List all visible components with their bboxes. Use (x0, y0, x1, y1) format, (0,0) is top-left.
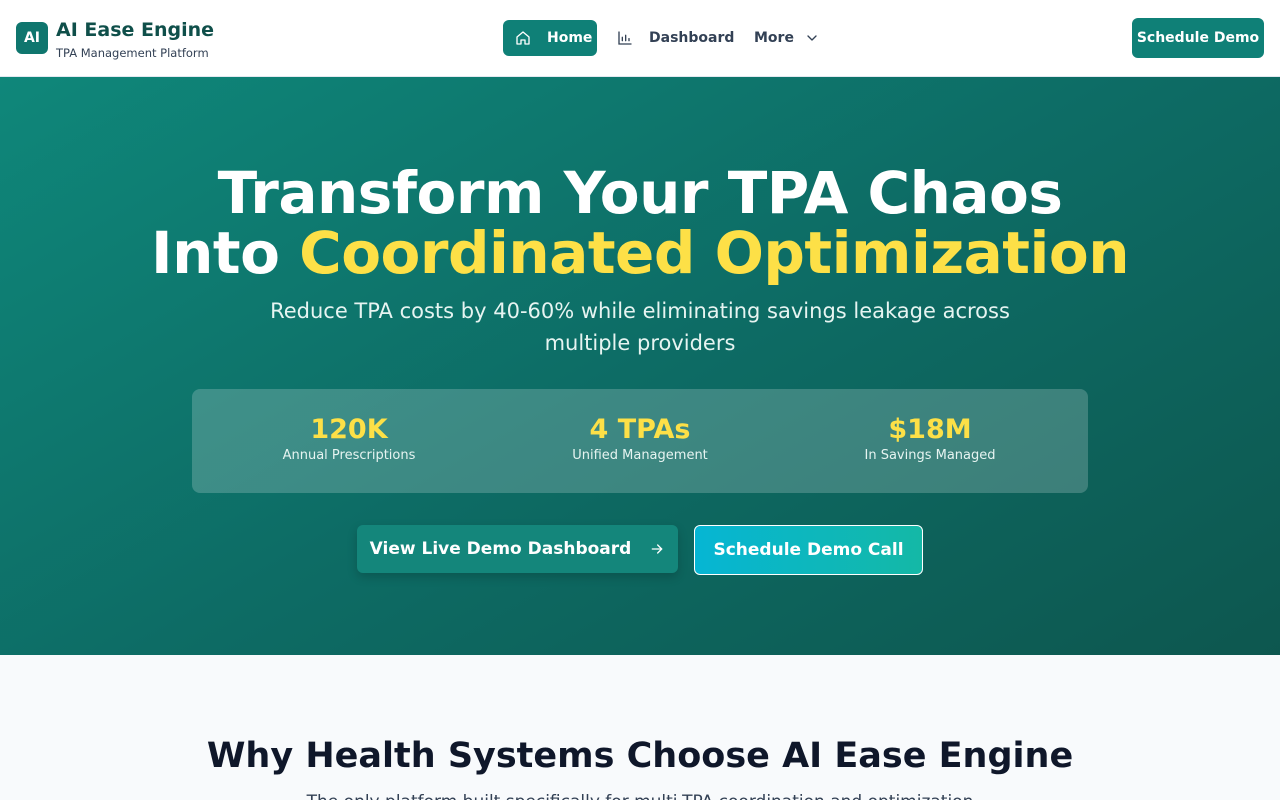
hero-title-line-1: Transform Your TPA Chaos (217, 159, 1063, 227)
nav-home-label: Home (547, 30, 593, 46)
brand-title[interactable]: AI Ease Engine (56, 19, 214, 41)
schedule-demo-call-button[interactable]: Schedule Demo Call (694, 525, 923, 575)
stat-unified-management: 4 TPAs Unified Management (520, 413, 760, 463)
home-icon (516, 31, 530, 45)
nav-home[interactable]: Home (503, 20, 597, 56)
schedule-demo-button[interactable]: Schedule Demo (1132, 18, 1264, 58)
hero-section: Transform Your TPA Chaos Into Coordinate… (0, 77, 1280, 655)
section-title: Why Health Systems Choose AI Ease Engine (206, 736, 1074, 776)
nav-more-dropdown[interactable]: More (744, 20, 828, 56)
nav-dashboard-label: Dashboard (649, 30, 735, 46)
stats-panel: 120K Annual Prescriptions 4 TPAs Unified… (192, 389, 1088, 493)
arrow-right-icon (651, 544, 663, 554)
chevron-down-icon (807, 35, 817, 41)
hero-title-line-2: Into Coordinated Optimization (0, 219, 1280, 287)
bar-chart-icon (618, 31, 632, 45)
hero-title-highlight: Coordinated Optimization (299, 219, 1129, 287)
brand-subtitle: TPA Management Platform (56, 46, 209, 60)
stat-value: 4 TPAs (589, 414, 691, 445)
top-navigation-bar: AI AI Ease Engine TPA Management Platfor… (0, 0, 1280, 77)
hero-title-prefix: Into (151, 219, 300, 287)
nav-more-label: More (754, 30, 794, 46)
stat-label: In Savings Managed (864, 448, 996, 463)
hero-subtitle: Reduce TPA costs by 40-60% while elimina… (270, 299, 1010, 355)
stat-annual-prescriptions: 120K Annual Prescriptions (229, 413, 469, 463)
nav-dashboard[interactable]: Dashboard (607, 20, 735, 56)
stat-value: 120K (310, 414, 388, 445)
stat-value: $18M (888, 414, 972, 445)
stat-label: Unified Management (572, 448, 708, 463)
section-subtitle: The only platform built specifically for… (240, 792, 1040, 800)
logo-badge[interactable]: AI (16, 22, 48, 54)
view-live-demo-button[interactable]: View Live Demo Dashboard (357, 525, 678, 573)
stat-label: Annual Prescriptions (282, 448, 416, 463)
view-live-demo-label: View Live Demo Dashboard (369, 539, 632, 559)
stat-savings-managed: $18M In Savings Managed (810, 413, 1050, 463)
